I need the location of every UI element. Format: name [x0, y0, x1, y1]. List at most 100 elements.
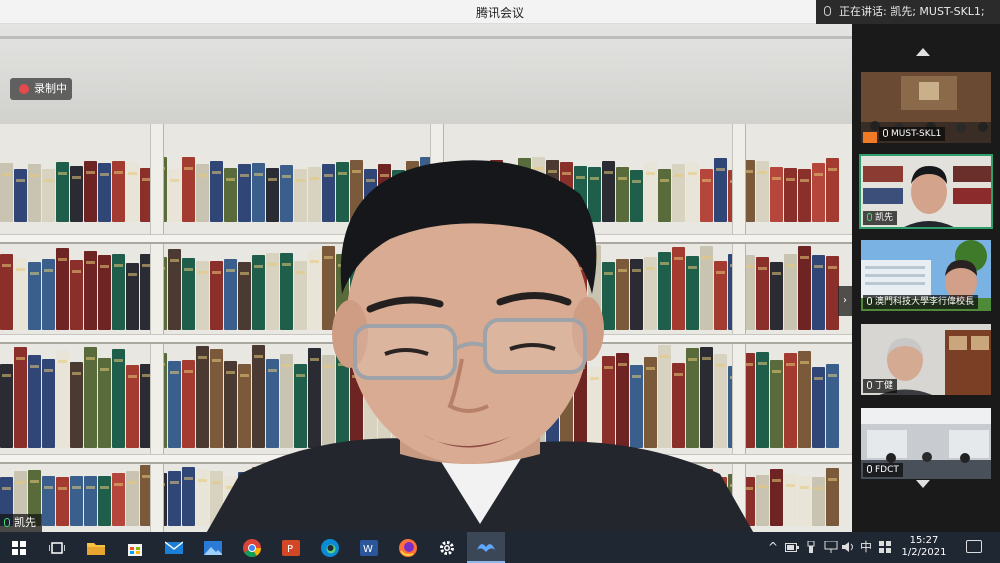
book-spine — [784, 168, 797, 222]
recording-label: 录制中 — [34, 82, 67, 95]
photos-icon[interactable] — [194, 532, 232, 563]
book-spine — [98, 358, 111, 448]
book-spine — [826, 364, 839, 448]
edge-icon[interactable] — [311, 532, 349, 563]
notification-center-icon[interactable] — [966, 540, 982, 553]
battery-icon[interactable] — [784, 532, 800, 563]
file-explorer-icon[interactable] — [77, 532, 115, 563]
book-spine — [0, 163, 13, 222]
book-spine — [784, 254, 797, 330]
book-spine — [182, 467, 195, 526]
book-spine — [126, 365, 139, 448]
book-spine — [56, 350, 69, 448]
book-spine — [812, 163, 825, 222]
book-spine — [784, 474, 797, 526]
ime-indicator[interactable]: 中 — [858, 532, 874, 563]
chrome-icon[interactable] — [233, 532, 271, 563]
book-spine — [182, 258, 195, 330]
book-spine — [56, 248, 69, 330]
scroll-down-icon[interactable] — [916, 480, 930, 488]
participant-name: FDCT — [875, 465, 899, 475]
book-spine — [770, 167, 783, 222]
tray-overflow-icon[interactable]: ^ — [764, 532, 782, 563]
microphone-icon — [824, 6, 831, 16]
firefox-icon[interactable] — [389, 532, 427, 563]
book-spine — [14, 347, 27, 448]
network-icon[interactable] — [822, 532, 840, 563]
store-icon[interactable] — [116, 532, 154, 563]
participant-tile[interactable]: 澳門科技大學李行偉校長 — [859, 238, 993, 313]
recording-badge: 录制中 — [10, 78, 72, 100]
window-title-bar: 腾讯会议 正在讲话: 凯先; MUST-SKL1; — [0, 0, 1000, 24]
book-spine — [70, 362, 83, 448]
book-spine — [798, 246, 811, 330]
book-spine — [84, 251, 97, 330]
book-spine — [98, 163, 111, 222]
participant-name: 丁健 — [875, 381, 894, 391]
book-spine — [42, 359, 55, 448]
microphone-icon — [867, 213, 872, 221]
volume-icon[interactable] — [841, 532, 857, 563]
participant-label: 澳門科技大學李行偉校長 — [863, 295, 979, 309]
shelf-upright — [150, 124, 164, 532]
book-spine — [98, 255, 111, 330]
book-spine — [798, 169, 811, 222]
participant-tile[interactable]: 丁健 — [859, 322, 993, 397]
book-spine — [770, 262, 783, 330]
record-dot-icon — [19, 84, 29, 94]
book-spine — [28, 262, 41, 330]
system-clock[interactable]: 15:27 1/2/2021 — [896, 535, 952, 559]
settings-icon[interactable] — [428, 532, 466, 563]
book-spine — [182, 360, 195, 448]
microphone-icon — [4, 518, 10, 527]
book-spine — [70, 476, 83, 526]
tencent-meeting-icon[interactable] — [467, 532, 505, 563]
book-spine — [798, 476, 811, 526]
speaker-video-figure — [206, 160, 754, 532]
book-spine — [28, 164, 41, 222]
book-spine — [812, 367, 825, 448]
powerpoint-icon[interactable]: P — [272, 532, 310, 563]
book-spine — [112, 349, 125, 448]
participant-tile[interactable]: FDCT — [859, 406, 993, 481]
video-ceiling — [0, 24, 852, 132]
book-spine — [14, 169, 27, 222]
microphone-icon — [867, 381, 872, 389]
book-spine — [84, 476, 97, 526]
book-spine — [126, 162, 139, 222]
book-spine — [168, 249, 181, 330]
task-view-icon[interactable] — [38, 532, 76, 563]
participant-label: 丁健 — [863, 379, 898, 393]
participant-name: 凯先 — [875, 213, 894, 223]
participant-tile-active[interactable]: 凯先 — [859, 154, 993, 229]
book-spine — [826, 158, 839, 222]
book-spine — [28, 355, 41, 448]
start-icon[interactable] — [0, 532, 38, 563]
book-spine — [168, 169, 181, 222]
clock-date: 1/2/2021 — [901, 547, 947, 558]
book-spine — [770, 360, 783, 448]
mail-icon[interactable] — [155, 532, 193, 563]
book-spine — [14, 258, 27, 330]
book-spine — [84, 347, 97, 448]
book-spine — [812, 477, 825, 526]
scroll-up-icon[interactable] — [916, 48, 930, 56]
participant-tile[interactable]: MUST-SKL1 — [859, 70, 993, 145]
participant-label: 凯先 — [863, 211, 898, 225]
microphone-icon — [883, 129, 888, 137]
book-spine — [812, 255, 825, 330]
book-spine — [56, 162, 69, 222]
book-spine — [0, 254, 13, 330]
book-spine — [112, 161, 125, 222]
participant-name: 澳門科技大學李行偉校長 — [875, 297, 975, 307]
ime-mode-icon[interactable] — [877, 532, 893, 563]
book-spine — [168, 361, 181, 448]
word-icon[interactable]: W — [350, 532, 388, 563]
collapse-panel-button[interactable]: › — [838, 286, 852, 316]
usb-icon[interactable] — [803, 532, 819, 563]
main-speaker-name: 凯先 — [14, 516, 36, 529]
participant-name: MUST-SKL1 — [891, 129, 942, 139]
main-video[interactable]: 录制中 › — [0, 24, 852, 532]
book-spine — [182, 157, 195, 222]
svg-text:P: P — [287, 544, 293, 555]
